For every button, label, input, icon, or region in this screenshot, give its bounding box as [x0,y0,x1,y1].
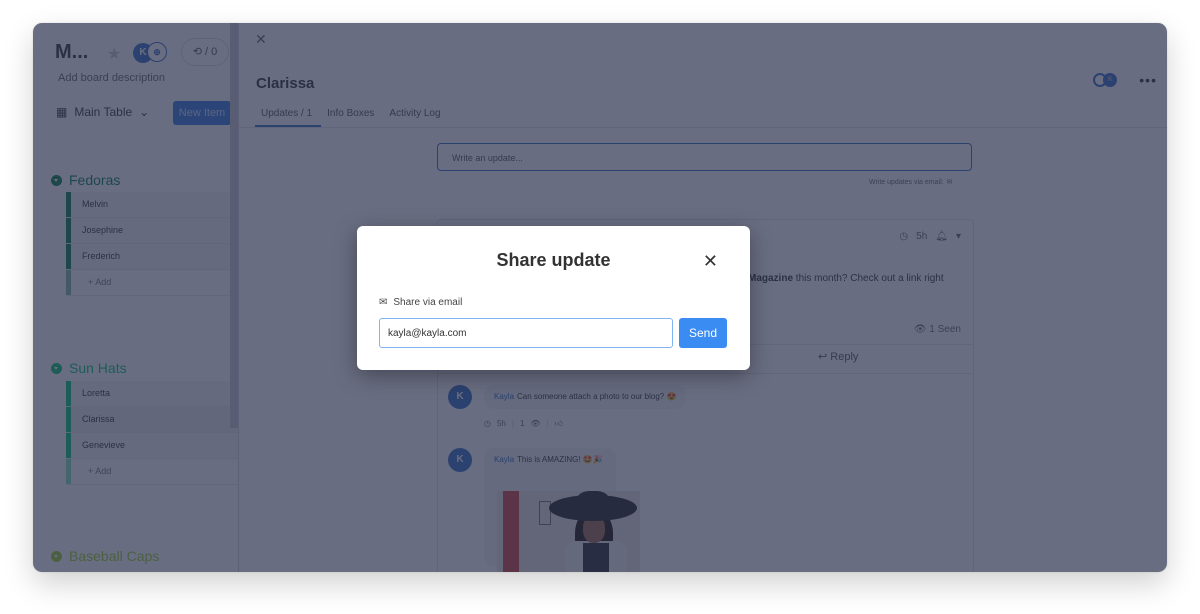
share-via-email-label: ✉ Share via email [379,297,463,308]
send-button[interactable]: Send [679,318,727,348]
close-icon[interactable]: ✕ [703,252,718,270]
dialog-title: Share update [496,250,611,270]
email-field[interactable] [379,318,673,348]
envelope-icon: ✉ [379,297,388,308]
share-update-dialog: Share update ✕ ✉ Share via email Send [357,226,750,370]
